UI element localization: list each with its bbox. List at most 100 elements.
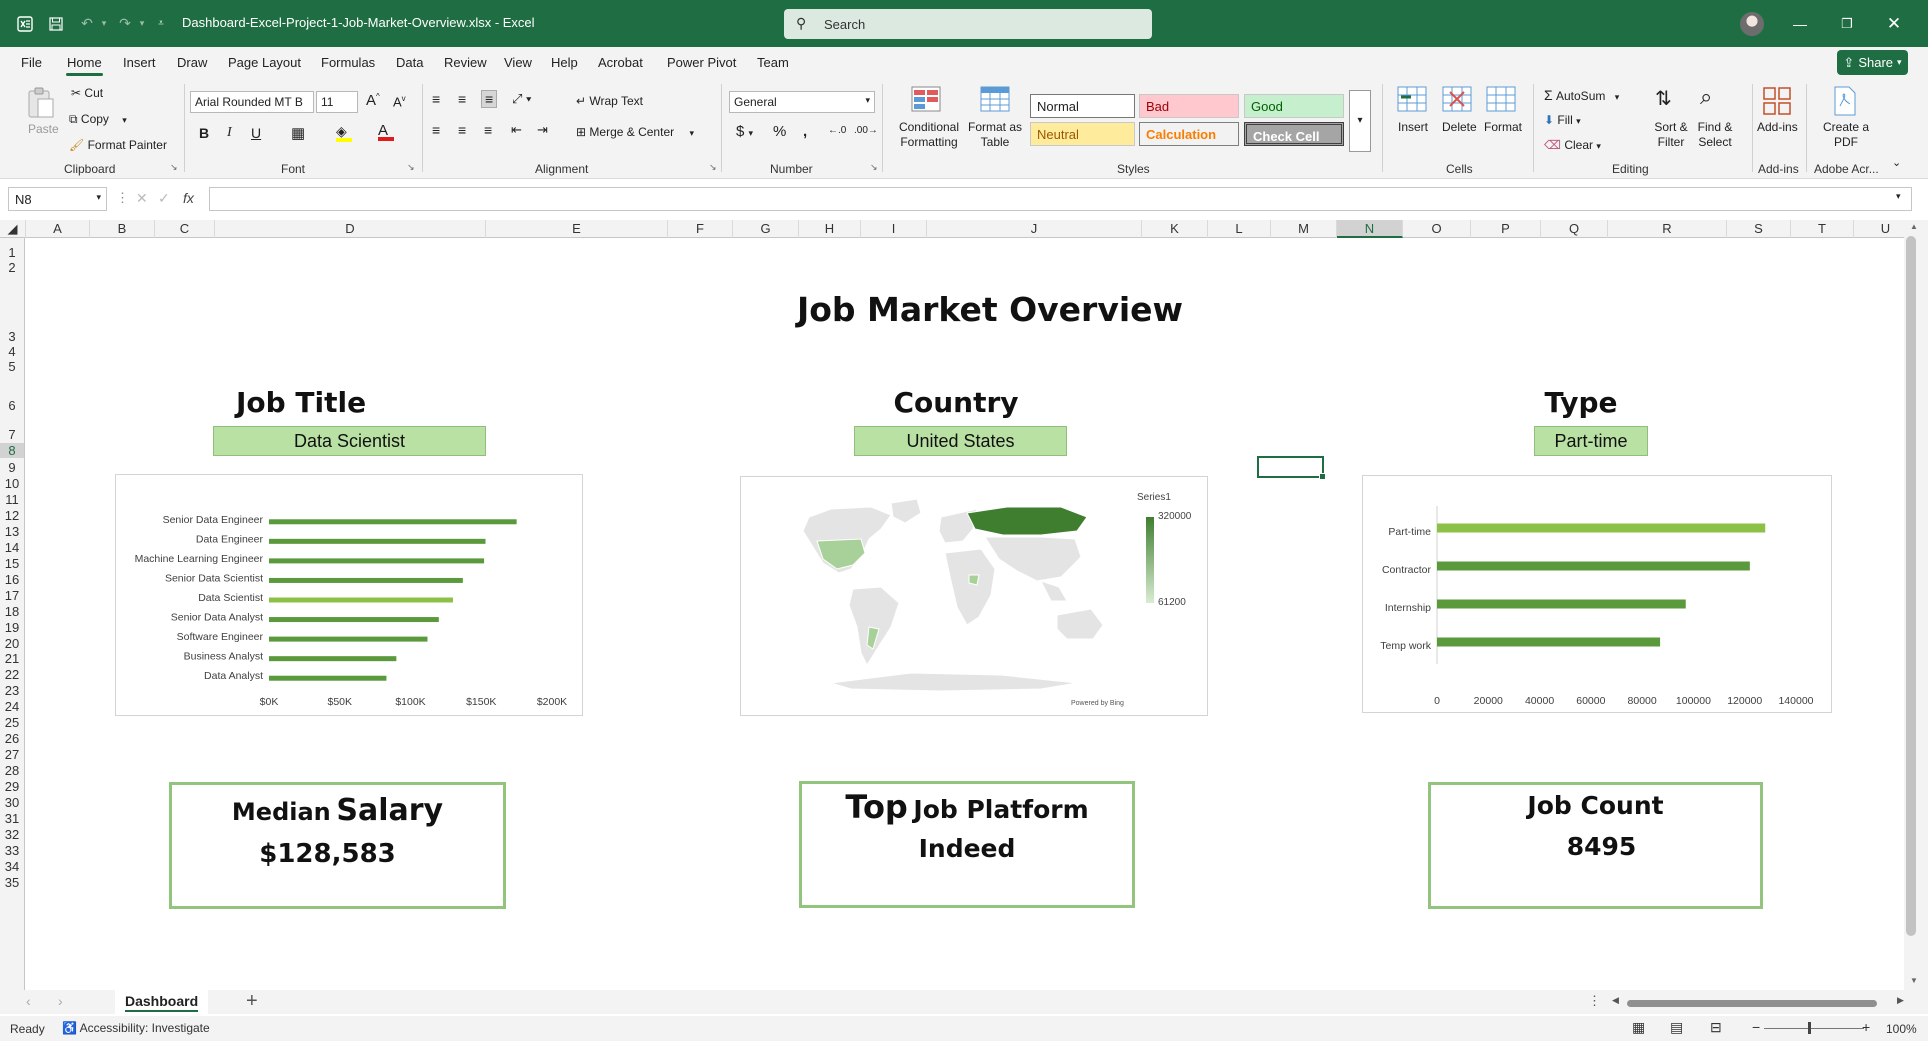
tab-insert[interactable]: Insert	[123, 55, 156, 70]
avatar[interactable]	[1740, 12, 1764, 36]
insert-cells-icon[interactable]	[1397, 86, 1429, 116]
row-header-29[interactable]: 29	[0, 779, 24, 794]
tab-data[interactable]: Data	[396, 55, 423, 70]
column-header-l[interactable]: L	[1208, 220, 1271, 238]
row-header-12[interactable]: 12	[0, 508, 24, 523]
tab-help[interactable]: Help	[551, 55, 578, 70]
select-all-corner[interactable]: ◢	[0, 220, 26, 238]
italic-icon[interactable]: I	[227, 125, 232, 141]
row-header-2[interactable]: 2	[0, 260, 24, 275]
find-select-label[interactable]: Find & Select	[1692, 120, 1738, 150]
align-bottom-icon[interactable]: ≡	[481, 90, 498, 108]
copy-button[interactable]: ⧉ Copy ▾	[69, 112, 127, 127]
country-filter[interactable]: United States	[854, 426, 1067, 456]
accessibility-button[interactable]: ♿ Accessibility: Investigate	[62, 1021, 210, 1035]
align-left-icon[interactable]: ≡	[432, 122, 440, 138]
normal-view-icon[interactable]: ▦	[1632, 1019, 1645, 1036]
salary-by-type-chart[interactable]: Part-time Contractor Internship Temp work 0 2…	[1362, 475, 1832, 713]
tab-view[interactable]: View	[504, 55, 532, 70]
row-header-15[interactable]: 15	[0, 556, 24, 571]
tab-file[interactable]: File	[21, 55, 42, 70]
row-header-4[interactable]: 4	[0, 344, 24, 359]
column-header-b[interactable]: B	[90, 220, 155, 238]
delete-label[interactable]: Delete	[1442, 120, 1477, 134]
column-header-q[interactable]: Q	[1541, 220, 1608, 238]
column-header-r[interactable]: R	[1608, 220, 1727, 238]
column-header-m[interactable]: M	[1271, 220, 1337, 238]
row-header-1[interactable]: 1	[0, 245, 24, 260]
row-header-13[interactable]: 13	[0, 524, 24, 539]
vertical-scroll-thumb[interactable]	[1906, 236, 1916, 936]
addins-icon[interactable]	[1762, 86, 1794, 116]
increase-indent-icon[interactable]: ⇥	[537, 122, 548, 138]
align-right-icon[interactable]: ≡	[484, 122, 492, 138]
scroll-left-icon[interactable]: ◀	[1612, 995, 1619, 1006]
column-header-e[interactable]: E	[486, 220, 668, 238]
close-icon[interactable]: ✕	[1882, 0, 1906, 47]
scroll-down-icon[interactable]: ▼	[1910, 976, 1918, 985]
wrap-text-button[interactable]: ↵ Wrap Text	[576, 94, 643, 108]
orientation-icon[interactable]: ⤢ ▾	[512, 91, 531, 107]
row-header-8[interactable]: 8	[0, 443, 24, 458]
decrease-font-icon[interactable]: Av	[393, 94, 406, 109]
column-header-t[interactable]: T	[1791, 220, 1854, 238]
zoom-level[interactable]: 100%	[1886, 1022, 1917, 1036]
tab-split-icon[interactable]: ⋮	[1588, 993, 1601, 1009]
dialog-launcher-icon[interactable]: ↘	[170, 162, 178, 173]
bar[interactable]	[269, 558, 485, 564]
column-header-d[interactable]: D	[215, 220, 486, 238]
next-sheet-icon[interactable]: ›	[58, 993, 63, 1009]
align-middle-icon[interactable]: ≡	[458, 91, 466, 107]
column-header-g[interactable]: G	[733, 220, 799, 238]
column-header-s[interactable]: S	[1727, 220, 1791, 238]
tab-draw[interactable]: Draw	[177, 55, 207, 70]
row-header-27[interactable]: 27	[0, 747, 24, 762]
row-header-19[interactable]: 19	[0, 620, 24, 635]
row-header-17[interactable]: 17	[0, 588, 24, 603]
bar[interactable]	[269, 519, 517, 525]
fill-button[interactable]: ⬇ Fill ▾	[1544, 113, 1581, 127]
font-color-icon[interactable]: A	[378, 122, 394, 141]
tab-acrobat[interactable]: Acrobat	[598, 55, 643, 70]
bar[interactable]	[269, 617, 439, 623]
paste-icon[interactable]	[26, 86, 58, 118]
tab-page-layout[interactable]: Page Layout	[228, 55, 301, 70]
row-header-18[interactable]: 18	[0, 604, 24, 619]
style-neutral[interactable]: Neutral	[1030, 122, 1135, 146]
job-title-filter[interactable]: Data Scientist	[213, 426, 486, 456]
find-select-icon[interactable]: ⌕	[1700, 84, 1712, 110]
number-format-select[interactable]: General ▾	[729, 91, 875, 113]
bar[interactable]	[269, 656, 397, 662]
styles-more-icon[interactable]: ▾	[1349, 90, 1371, 152]
style-check-cell[interactable]: Check Cell	[1244, 122, 1344, 146]
borders-icon[interactable]: ▦	[291, 124, 305, 142]
type-filter[interactable]: Part-time	[1534, 426, 1648, 456]
row-header-34[interactable]: 34	[0, 859, 24, 874]
decrease-indent-icon[interactable]: ⇤	[511, 122, 522, 138]
column-header-a[interactable]: A	[26, 220, 90, 238]
country-map-chart[interactable]: Series1 320000 61200 Powered by Bing	[740, 476, 1208, 716]
tab-review[interactable]: Review	[444, 55, 487, 70]
save-icon[interactable]	[46, 0, 66, 47]
dialog-launcher-icon[interactable]: ↘	[709, 162, 717, 173]
conditional-formatting-label[interactable]: Conditional Formatting	[897, 120, 961, 150]
row-header-25[interactable]: 25	[0, 715, 24, 730]
underline-icon[interactable]: U	[251, 125, 261, 141]
bar[interactable]	[1437, 523, 1766, 533]
insert-label[interactable]: Insert	[1398, 120, 1428, 134]
merge-center-button[interactable]: ⊞ Merge & Center ▾	[576, 125, 694, 139]
align-center-icon[interactable]: ≡	[458, 122, 466, 138]
style-calculation[interactable]: Calculation	[1139, 122, 1239, 146]
expand-formula-icon[interactable]: ▾	[1896, 191, 1901, 202]
column-header-c[interactable]: C	[155, 220, 215, 238]
cancel-icon[interactable]: ✕	[136, 190, 148, 207]
align-top-icon[interactable]: ≡	[432, 91, 440, 107]
row-header-31[interactable]: 31	[0, 811, 24, 826]
zoom-slider-thumb[interactable]	[1808, 1022, 1811, 1034]
format-cells-icon[interactable]	[1486, 86, 1518, 116]
format-as-table-icon[interactable]	[980, 86, 1012, 116]
fill-color-icon[interactable]: ◈	[336, 123, 352, 142]
row-header-5[interactable]: 5	[0, 359, 24, 374]
format-as-table-label[interactable]: Format as Table	[968, 120, 1022, 150]
bar[interactable]	[1437, 561, 1750, 571]
